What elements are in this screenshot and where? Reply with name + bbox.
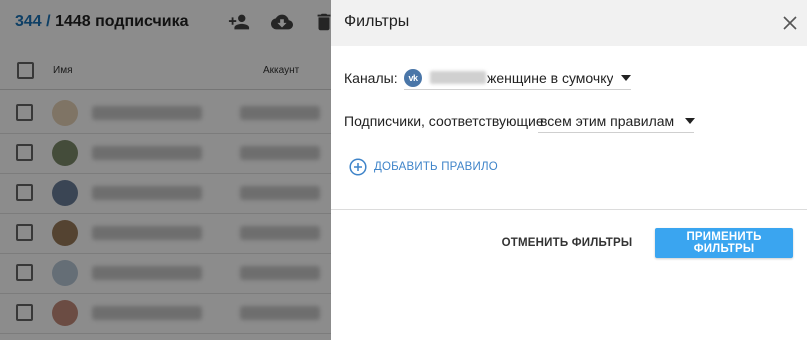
- chevron-down-icon: [621, 74, 631, 81]
- add-rule-button[interactable]: ДОБАВИТЬ ПРАВИЛО: [349, 157, 498, 177]
- match-mode-value: всем этим правилам: [540, 112, 675, 129]
- filter-panel-header: Фильтры: [331, 0, 807, 46]
- subscribers-match-label: Подписчики, соответствующие: [344, 113, 544, 129]
- channel-select[interactable]: vk женщине в сумочку Г: [404, 66, 631, 90]
- chevron-down-icon: [685, 117, 696, 124]
- cancel-filters-button[interactable]: ОТМЕНИТЬ ФИЛЬТРЫ: [501, 229, 633, 257]
- channels-label: Каналы:: [344, 70, 398, 86]
- close-icon[interactable]: [782, 15, 798, 31]
- plus-circle-icon: [349, 158, 367, 176]
- match-mode-select[interactable]: всем этим правилам: [538, 109, 696, 133]
- vk-icon: vk: [404, 68, 422, 87]
- divider: [331, 209, 807, 210]
- filter-panel: Фильтры Каналы: vk женщине в сумочку Г П…: [331, 0, 807, 340]
- filter-panel-title: Фильтры: [344, 13, 410, 30]
- apply-filters-button[interactable]: ПРИМЕНИТЬ ФИЛЬТРЫ: [655, 228, 793, 258]
- redacted-channel-prefix: [430, 71, 486, 84]
- add-rule-label: ДОБАВИТЬ ПРАВИЛО: [374, 161, 498, 173]
- channel-value: женщине в сумочку Г: [487, 69, 613, 86]
